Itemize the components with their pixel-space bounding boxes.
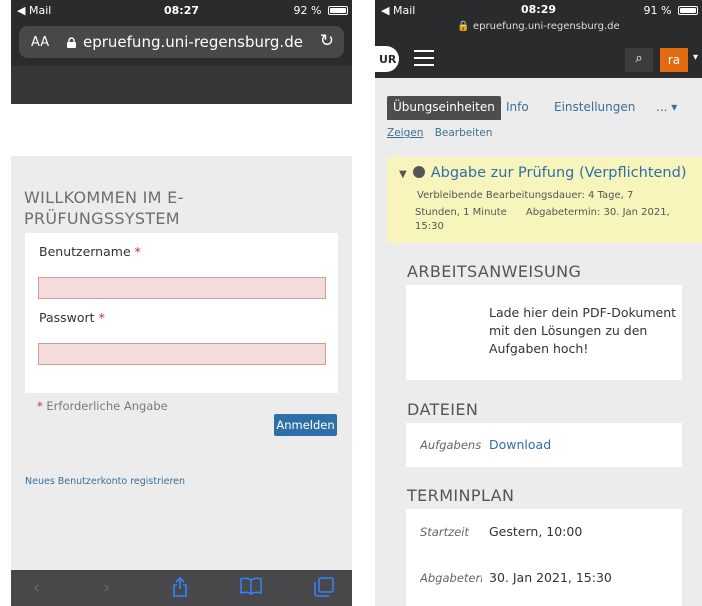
exam-title[interactable]: ▼ Abgabe zur Prüfung (Verpflichtend) [399, 165, 686, 181]
battery-icon [678, 6, 698, 15]
safari-address-area: AA epruefung.uni-regensburg.de ↻ [11, 20, 352, 66]
url-text: epruefung.uni-regensburg.de [67, 33, 303, 51]
site-header-bar [11, 66, 352, 104]
user-avatar[interactable]: ra [660, 48, 688, 72]
login-form: Benutzername * Passwort * [25, 233, 338, 393]
password-input[interactable] [38, 343, 326, 365]
instruction-text: Lade hier dein PDF-Dokument mit den Lösu… [489, 305, 677, 356]
exam-deadline-time: 15:30 [415, 221, 444, 232]
back-icon[interactable]: ‹ [33, 577, 40, 598]
status-bar: ◀ Mail 08:29 91 % 🔒 epruefung.uni-regens… [375, 0, 702, 40]
battery-indicator: 91 % [644, 4, 698, 17]
exam-remaining-time: Verbleibende Bearbeitungsdauer: 4 Tage, … [417, 190, 634, 201]
battery-icon [328, 6, 348, 15]
subtab-bearbeiten[interactable]: Bearbeiten [435, 127, 493, 139]
files-label: Aufgabenstellung [420, 438, 482, 452]
battery-percent: 91 % [643, 4, 672, 17]
tab-info[interactable]: Info [506, 96, 529, 120]
tab-more[interactable]: ... ▾ [656, 96, 677, 120]
site-navbar: UR ⌕ ra ▾ [375, 40, 702, 78]
menu-icon[interactable] [414, 50, 434, 66]
tab-einstellungen[interactable]: Einstellungen [554, 96, 635, 120]
subtab-zeigen[interactable]: Zeigen [387, 127, 423, 139]
page-title-line2: PRÜFUNGSSYSTEM [24, 209, 180, 228]
share-icon[interactable] [172, 576, 188, 602]
reload-icon[interactable]: ↻ [320, 31, 334, 51]
files-panel: Aufgabenstellung Download [406, 423, 682, 467]
left-phone-screen: ◀ Mail 08:27 92 % AA epruefung.uni-regen… [11, 0, 352, 606]
section-files-title: DATEIEN [407, 400, 479, 419]
url-label: epruefung.uni-regensburg.de [83, 33, 303, 51]
battery-percent: 92 % [293, 4, 322, 17]
safari-toolbar: ‹ › [11, 570, 352, 606]
username-input[interactable] [38, 277, 326, 299]
exam-deadline-line: Stunden, 1 Minute Abgabetermin: 30. Jan … [415, 207, 670, 218]
tab-uebungseinheiten[interactable]: Übungseinheiten [387, 96, 501, 120]
compact-url[interactable]: 🔒 epruefung.uni-regensburg.de [375, 21, 702, 32]
university-logo[interactable]: UR [375, 46, 399, 72]
start-label: Startzeit [420, 525, 469, 539]
bookmarks-icon[interactable] [240, 577, 262, 600]
right-phone-screen: ◀ Mail 08:29 91 % 🔒 epruefung.uni-regens… [375, 0, 702, 606]
instruction-panel: Lade hier dein PDF-Dokument mit den Lösu… [406, 285, 682, 380]
page-title: WILLKOMMEN IM E- PRÜFUNGSSYSTEM [24, 187, 184, 229]
required-note: * Erforderliche Angabe [37, 399, 168, 413]
address-bar[interactable]: AA epruefung.uni-regensburg.de ↻ [19, 26, 344, 58]
start-value: Gestern, 10:00 [489, 524, 583, 539]
collapse-triangle-icon: ▼ [399, 169, 407, 180]
battery-indicator: 92 % [294, 4, 348, 17]
search-icon[interactable]: ⌕ [625, 48, 653, 72]
register-link[interactable]: Neues Benutzerkonto registrieren [25, 476, 185, 487]
tabs-icon[interactable] [314, 577, 334, 602]
status-bar: ◀ Mail 08:27 92 % [11, 0, 352, 20]
lock-icon [67, 37, 76, 48]
download-link[interactable]: Download [489, 437, 551, 452]
exam-header: ▼ Abgabe zur Prüfung (Verpflichtend) Verb… [387, 157, 702, 243]
subtabs: Zeigen Bearbeiten [387, 127, 500, 139]
due-value: 30. Jan 2021, 15:30 [489, 570, 612, 585]
chevron-down-icon[interactable]: ▾ [693, 52, 698, 63]
due-label: Abgabetermin [420, 571, 482, 585]
login-page: WILLKOMMEN IM E- PRÜFUNGSSYSTEM Benutzer… [11, 156, 352, 570]
schedule-panel: Startzeit Gestern, 10:00 Abgabetermin 30… [406, 509, 682, 606]
password-label: Passwort * [39, 310, 105, 325]
login-button[interactable]: Anmelden [274, 414, 337, 436]
header-spacer [11, 104, 352, 156]
page-title-line1: WILLKOMMEN IM E- [24, 188, 184, 207]
username-label: Benutzername * [39, 244, 141, 259]
section-instruction-title: ARBEITSANWEISUNG [407, 262, 582, 281]
status-dot-icon [412, 166, 425, 178]
forward-icon[interactable]: › [103, 577, 110, 598]
section-schedule-title: TERMINPLAN [407, 486, 515, 505]
reader-settings-button[interactable]: AA [31, 35, 49, 50]
